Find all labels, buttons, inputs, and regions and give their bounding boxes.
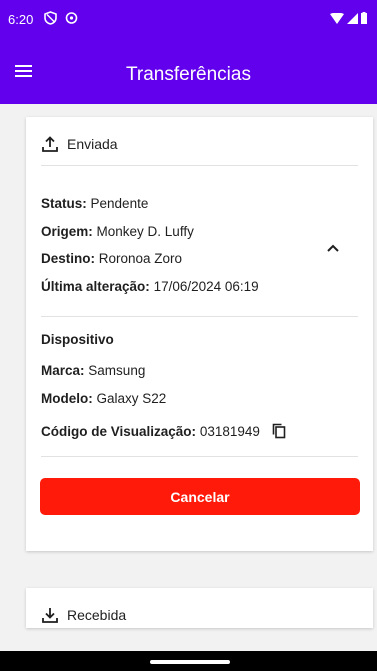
chevron-up-icon[interactable] bbox=[323, 238, 343, 258]
view-code-value: 03181949 bbox=[199, 424, 260, 439]
sync-icon bbox=[65, 12, 78, 24]
received-transfer-card[interactable]: Recebida bbox=[26, 588, 373, 628]
brand-value: Samsung bbox=[88, 363, 146, 378]
origin-value: Monkey D. Luffy bbox=[96, 224, 194, 239]
upload-icon bbox=[42, 136, 58, 152]
brand-label: Marca: bbox=[41, 363, 85, 378]
view-code-line: Código de Visualização: 03181949 bbox=[41, 423, 286, 439]
app-bar: Transferências bbox=[0, 40, 377, 104]
shield-icon bbox=[44, 11, 57, 25]
last-change-value: 17/06/2024 06:19 bbox=[153, 279, 259, 294]
last-change-label: Última alteração: bbox=[41, 279, 150, 294]
home-handle[interactable] bbox=[150, 660, 230, 664]
view-code-label: Código de Visualização: bbox=[41, 424, 197, 439]
origin-label: Origem: bbox=[41, 224, 93, 239]
received-card-header: Recebida bbox=[41, 606, 126, 624]
sent-transfer-card: Enviada Status: Pendente Origem: Monkey … bbox=[26, 117, 373, 551]
battery-icon bbox=[361, 12, 367, 24]
destination-label: Destino: bbox=[41, 251, 95, 266]
received-card-title: Recebida bbox=[67, 607, 127, 623]
origin-line: Origem: Monkey D. Luffy bbox=[41, 224, 194, 239]
destination-line: Destino: Roronoa Zoro bbox=[41, 251, 182, 266]
divider bbox=[41, 456, 358, 457]
divider bbox=[41, 165, 358, 166]
destination-value: Roronoa Zoro bbox=[98, 251, 183, 266]
status-time: 6:20 bbox=[8, 12, 34, 27]
sent-card-header: Enviada bbox=[41, 135, 118, 153]
status-right-icons bbox=[330, 12, 367, 24]
model-value: Galaxy S22 bbox=[96, 391, 167, 406]
signal-icon bbox=[347, 12, 358, 24]
download-icon bbox=[42, 608, 58, 623]
divider bbox=[41, 316, 358, 317]
status-label: Status: bbox=[41, 196, 87, 211]
device-heading: Dispositivo bbox=[41, 332, 114, 347]
model-line: Modelo: Galaxy S22 bbox=[41, 391, 166, 406]
device-heading-text: Dispositivo bbox=[41, 332, 114, 347]
gesture-nav-bar bbox=[0, 651, 377, 671]
status-bar: 6:20 bbox=[0, 0, 377, 40]
last-change-line: Última alteração: 17/06/2024 06:19 bbox=[41, 279, 259, 294]
status-left-icons bbox=[44, 11, 78, 25]
copy-icon[interactable] bbox=[272, 423, 286, 439]
brand-line: Marca: Samsung bbox=[41, 363, 145, 378]
wifi-icon bbox=[330, 12, 344, 24]
status-line: Status: Pendente bbox=[41, 196, 148, 211]
sent-card-title: Enviada bbox=[67, 136, 118, 152]
page-title: Transferências bbox=[126, 64, 251, 85]
cancel-button[interactable]: Cancelar bbox=[40, 478, 360, 515]
status-value: Pendente bbox=[90, 196, 149, 211]
model-label: Modelo: bbox=[41, 391, 93, 406]
